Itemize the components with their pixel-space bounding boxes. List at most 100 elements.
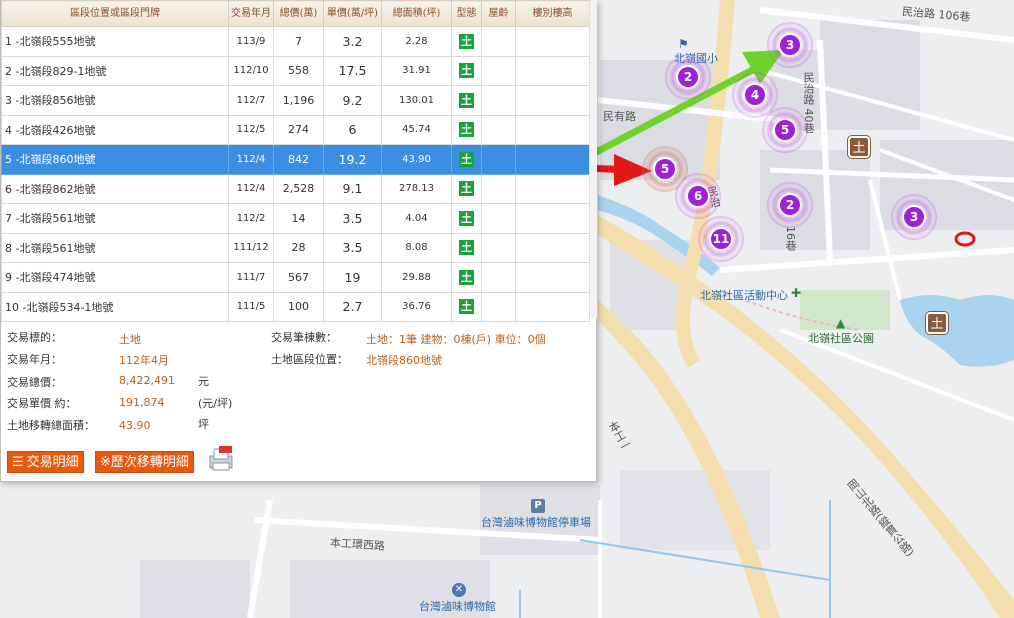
map-cluster-marker[interactable]: 11 bbox=[698, 216, 744, 262]
col-header-date[interactable]: 交易年月 bbox=[228, 0, 274, 27]
transaction-table: 區段位置或區段門牌 交易年月 總價(萬) 單價(萬/坪) 總面積(坪) 型態 屋… bbox=[1, 0, 590, 322]
cell-area: 36.76 bbox=[381, 291, 452, 322]
cell-area: 130.01 bbox=[381, 85, 452, 116]
col-header-unit[interactable]: 單價(萬/坪) bbox=[323, 0, 382, 27]
cell-floor bbox=[515, 291, 590, 322]
cell-date: 112/2 bbox=[228, 203, 274, 234]
cell-date: 112/4 bbox=[228, 144, 274, 175]
col-header-type[interactable]: 型態 bbox=[451, 0, 482, 27]
cell-unit-price: 19.2 bbox=[323, 144, 382, 175]
land-poi-icon[interactable]: 土 bbox=[926, 312, 948, 334]
cell-age bbox=[481, 26, 516, 57]
cell-unit-price: 9.1 bbox=[323, 173, 382, 204]
land-poi-icon[interactable]: 土 bbox=[848, 136, 870, 158]
cell-age bbox=[481, 232, 516, 263]
cell-area: 278.13 bbox=[381, 173, 452, 204]
detail-area-value: 43.90 bbox=[119, 419, 151, 432]
detail-area-unit: 坪 bbox=[198, 418, 209, 431]
detail-target-label: 交易標的： bbox=[7, 331, 62, 344]
cell-unit-price: 2.7 bbox=[323, 291, 382, 322]
cell-floor bbox=[515, 232, 590, 263]
cell-age bbox=[481, 262, 516, 293]
cell-area: 29.88 bbox=[381, 262, 452, 293]
map-cluster-marker[interactable]: 2 bbox=[665, 54, 711, 100]
cell-date: 111/12 bbox=[228, 232, 274, 263]
table-row[interactable]: 6 -北嶺段862地號 112/4 2,528 9.1 278.13 土 bbox=[1, 173, 590, 204]
row-address: -北嶺段829-1地號 bbox=[15, 64, 107, 78]
cell-area: 8.08 bbox=[381, 232, 452, 263]
col-header-area[interactable]: 總面積(坪) bbox=[381, 0, 452, 27]
parking-icon[interactable]: P bbox=[531, 499, 545, 513]
row-address: -北嶺段856地號 bbox=[15, 94, 96, 108]
transfer-history-button[interactable]: ※歷次移轉明細 bbox=[95, 451, 194, 473]
pdf-print-icon[interactable] bbox=[206, 446, 236, 472]
table-row[interactable]: 5 -北嶺段860地號 112/4 842 19.2 43.90 土 bbox=[1, 144, 590, 175]
col-header-total[interactable]: 總價(萬) bbox=[273, 0, 324, 27]
cell-date: 112/5 bbox=[228, 114, 274, 145]
cluster-count: 6 bbox=[686, 184, 710, 208]
detail-date-value: 112年4月 bbox=[119, 354, 169, 367]
cell-unit-price: 6 bbox=[323, 114, 382, 145]
table-row[interactable]: 7 -北嶺段561地號 112/2 14 3.5 4.04 土 bbox=[1, 203, 590, 234]
map-cluster-marker[interactable]: 3 bbox=[891, 194, 937, 240]
detail-unit-unit: (元/坪) bbox=[198, 397, 233, 410]
row-address: -北嶺段561地號 bbox=[15, 241, 96, 255]
table-row[interactable]: 2 -北嶺段829-1地號 112/10 558 17.5 31.91 土 bbox=[1, 55, 590, 86]
cell-address: 4 -北嶺段426地號 bbox=[1, 114, 229, 145]
red-circle-marker bbox=[954, 231, 976, 247]
museum-icon[interactable]: ✕ bbox=[452, 583, 466, 597]
cell-total: 558 bbox=[273, 55, 324, 86]
list-icon: ☰ bbox=[12, 455, 24, 470]
detail-date-label: 交易年月： bbox=[7, 353, 62, 366]
cell-date: 112/10 bbox=[228, 55, 274, 86]
transaction-detail-button[interactable]: ☰ 交易明細 bbox=[7, 451, 84, 473]
cell-unit-price: 3.5 bbox=[323, 232, 382, 263]
col-header-floor[interactable]: 樓別樓高 bbox=[515, 0, 590, 27]
row-address: -北嶺段474地號 bbox=[15, 271, 96, 285]
row-number: 4 bbox=[5, 123, 12, 137]
cell-type: 土 bbox=[451, 262, 482, 293]
cell-type: 土 bbox=[451, 232, 482, 263]
table-row[interactable]: 9 -北嶺段474地號 111/7 567 19 29.88 土 bbox=[1, 262, 590, 293]
col-header-address[interactable]: 區段位置或區段門牌 bbox=[1, 0, 229, 27]
table-row[interactable]: 1 -北嶺段555地號 113/9 7 3.2 2.28 土 bbox=[1, 26, 590, 57]
detail-unit-value: 191,874 bbox=[119, 396, 165, 409]
table-row[interactable]: 4 -北嶺段426地號 112/5 274 6 45.74 土 bbox=[1, 114, 590, 145]
map-cluster-marker[interactable]: 6 bbox=[675, 173, 721, 219]
cluster-count: 4 bbox=[743, 83, 767, 107]
cell-address: 6 -北嶺段862地號 bbox=[1, 173, 229, 204]
cell-age bbox=[481, 114, 516, 145]
row-address: -北嶺段860地號 bbox=[15, 153, 96, 167]
cell-age bbox=[481, 291, 516, 322]
cell-floor bbox=[515, 114, 590, 145]
cell-total: 567 bbox=[273, 262, 324, 293]
land-type-icon: 土 bbox=[459, 299, 474, 315]
road-label-minyou: 民有路 bbox=[603, 110, 636, 123]
land-type-icon: 土 bbox=[459, 33, 474, 49]
land-type-icon: 土 bbox=[459, 181, 474, 197]
cell-type: 土 bbox=[451, 85, 482, 116]
cell-floor bbox=[515, 85, 590, 116]
transfer-history-label: ※歷次移轉明細 bbox=[100, 455, 189, 470]
cell-type: 土 bbox=[451, 55, 482, 86]
col-header-age[interactable]: 屋齡 bbox=[481, 0, 516, 27]
cell-unit-price: 3.5 bbox=[323, 203, 382, 234]
cluster-count: 11 bbox=[709, 227, 733, 251]
table-scrollbar[interactable] bbox=[589, 0, 597, 318]
map-cluster-marker[interactable]: 3 bbox=[767, 22, 813, 68]
map-cluster-marker[interactable]: 2 bbox=[767, 182, 813, 228]
cluster-count: 3 bbox=[778, 33, 802, 57]
cell-total: 274 bbox=[273, 114, 324, 145]
table-row[interactable]: 8 -北嶺段561地號 111/12 28 3.5 8.08 土 bbox=[1, 232, 590, 263]
map-cluster-marker[interactable]: 5 bbox=[762, 107, 808, 153]
cell-area: 4.04 bbox=[381, 203, 452, 234]
detail-count-value: 土地：1筆 建物：0棟(戶) 車位：0個 bbox=[366, 333, 546, 346]
cell-type: 土 bbox=[451, 203, 482, 234]
row-number: 8 bbox=[5, 241, 12, 255]
transaction-panel: 區段位置或區段門牌 交易年月 總價(萬) 單價(萬/坪) 總面積(坪) 型態 屋… bbox=[0, 0, 597, 482]
table-row[interactable]: 10 -北嶺段534-1地號 111/5 100 2.7 36.76 土 bbox=[1, 291, 590, 322]
row-number: 3 bbox=[5, 94, 12, 108]
table-row[interactable]: 3 -北嶺段856地號 112/7 1,196 9.2 130.01 土 bbox=[1, 85, 590, 116]
cell-date: 112/7 bbox=[228, 85, 274, 116]
road-label-lane-16: 16巷 bbox=[784, 226, 797, 251]
